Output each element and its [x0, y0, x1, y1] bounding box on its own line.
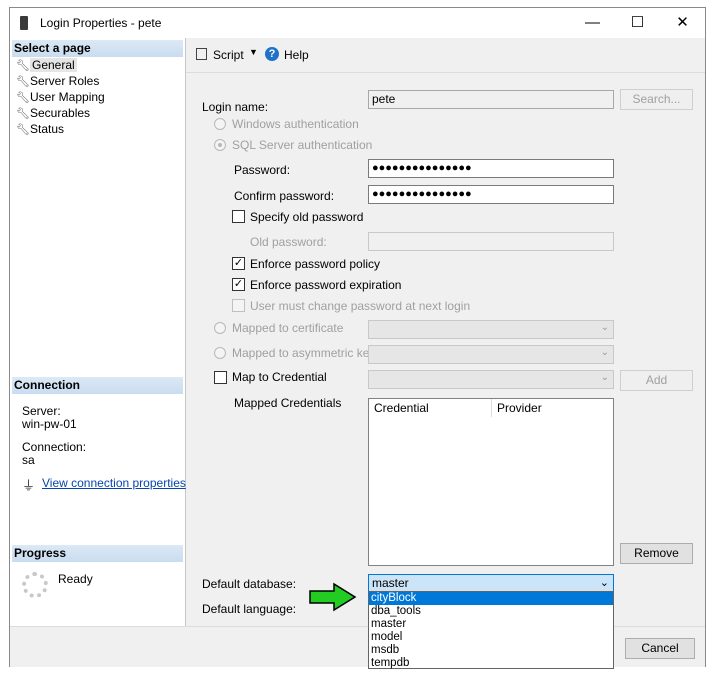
chevron-down-icon: ⌄	[600, 372, 609, 383]
wrench-icon: 🔧︎	[16, 92, 30, 104]
db-option-tempdb[interactable]: tempdb	[369, 657, 613, 670]
password-label: Password:	[234, 163, 291, 177]
enforce-expiration-checkbox[interactable]: ✓	[232, 278, 245, 291]
db-option-model[interactable]: model	[369, 631, 613, 644]
script-icon	[196, 48, 207, 60]
page-label: Status	[30, 122, 65, 136]
help-button[interactable]: Help	[284, 48, 309, 62]
default-database-label: Default database:	[202, 577, 297, 591]
connection-header: Connection	[12, 377, 183, 394]
db-option-msdb[interactable]: msdb	[369, 644, 613, 657]
page-label: Securables	[30, 106, 91, 120]
default-language-label: Default language:	[202, 602, 297, 616]
progress-header: Progress	[12, 545, 183, 562]
wrench-icon: 🔧︎	[16, 124, 30, 136]
title-bar[interactable]: Login Properties - pete — ☐ ✕	[10, 8, 705, 38]
mapped-asymmetric-radio[interactable]	[214, 347, 226, 359]
old-password-label: Old password:	[250, 235, 327, 249]
chevron-down-icon: ⌄	[600, 322, 609, 333]
database-dropdown-list[interactable]: cityBlock dba_tools master model msdb te…	[368, 591, 614, 669]
minimize-button[interactable]: —	[570, 8, 615, 38]
default-database-value: master	[372, 576, 409, 590]
maximize-button[interactable]: ☐	[615, 8, 660, 38]
progress-status: Ready	[58, 572, 93, 586]
connection-value: sa	[22, 453, 35, 467]
script-dropdown-arrow-icon[interactable]: ▼	[249, 47, 258, 57]
wrench-icon: 🔧︎	[16, 76, 30, 88]
page-label: User Mapping	[30, 90, 105, 104]
enforce-expiration-label: Enforce password expiration	[250, 278, 402, 292]
windows-auth-label: Windows authentication	[232, 117, 359, 131]
confirm-password-label: Confirm password:	[234, 189, 335, 203]
enforce-policy-checkbox[interactable]: ✓	[232, 257, 245, 270]
left-pane: Select a page 🔧︎ General 🔧︎Server Roles 🔧…	[10, 38, 186, 626]
db-option-dba-tools[interactable]: dba_tools	[369, 605, 613, 618]
db-option-cityblock[interactable]: cityBlock	[369, 592, 613, 605]
windows-auth-radio[interactable]	[214, 118, 226, 130]
connection-label: Connection:	[22, 440, 87, 454]
sql-auth-label: SQL Server authentication	[232, 138, 373, 152]
chevron-down-icon: ⌄	[600, 347, 609, 358]
specify-old-password-checkbox[interactable]	[232, 210, 245, 223]
specify-old-password-label: Specify old password	[250, 210, 364, 224]
mapped-asymmetric-label: Mapped to asymmetric key	[232, 346, 376, 360]
search-button[interactable]: Search...	[620, 89, 693, 110]
login-properties-window: Login Properties - pete — ☐ ✕ Select a p…	[9, 7, 706, 669]
map-credential-label: Map to Credential	[232, 370, 327, 384]
mapped-certificate-label: Mapped to certificate	[232, 321, 344, 335]
progress-spinner-icon	[22, 572, 48, 598]
chevron-down-icon: ⌄	[599, 577, 609, 589]
mapped-certificate-radio[interactable]	[214, 322, 226, 334]
toolbar: Script ▼ ? Help	[186, 38, 705, 73]
app-icon	[20, 16, 28, 30]
wrench-icon: 🔧︎	[16, 60, 30, 72]
grid-header-provider[interactable]: Provider	[492, 399, 612, 417]
sql-auth-radio[interactable]	[214, 139, 226, 151]
plug-icon: ⏚	[22, 478, 36, 493]
db-option-master[interactable]: master	[369, 618, 613, 631]
page-label: Server Roles	[30, 74, 100, 88]
confirm-password-field[interactable]: ●●●●●●●●●●●●●●●	[368, 185, 614, 204]
login-name-field[interactable]: pete	[368, 90, 614, 109]
must-change-label: User must change password at next login	[250, 299, 471, 313]
add-button[interactable]: Add	[620, 370, 693, 391]
grid-header-credential[interactable]: Credential	[369, 399, 492, 417]
password-field[interactable]: ●●●●●●●●●●●●●●●	[368, 159, 614, 178]
window-title: Login Properties - pete	[40, 16, 162, 30]
view-connection-properties-link[interactable]: View connection properties	[42, 476, 186, 490]
login-name-label: Login name:	[202, 100, 269, 114]
old-password-field[interactable]	[368, 232, 614, 251]
map-credential-checkbox[interactable]	[214, 371, 227, 384]
server-label: Server:	[22, 404, 61, 418]
page-item-server-roles[interactable]: 🔧︎Server Roles	[16, 73, 99, 89]
page-item-status[interactable]: 🔧︎Status	[16, 121, 64, 137]
server-value: win-pw-01	[22, 417, 77, 431]
wrench-icon: 🔧︎	[16, 108, 30, 120]
page-label: General	[30, 58, 77, 72]
enforce-policy-label: Enforce password policy	[250, 257, 381, 271]
must-change-checkbox[interactable]	[232, 299, 245, 312]
green-arrow-icon	[309, 582, 357, 612]
asymmetric-key-combo[interactable]: ⌄	[368, 345, 614, 364]
close-button[interactable]: ✕	[660, 8, 705, 38]
mapped-credentials-label: Mapped Credentials	[234, 396, 342, 410]
page-item-user-mapping[interactable]: 🔧︎User Mapping	[16, 89, 105, 105]
select-page-header: Select a page	[12, 40, 183, 57]
page-item-general[interactable]: 🔧︎ General	[16, 57, 77, 73]
mapped-credentials-grid[interactable]: Credential Provider	[368, 398, 614, 566]
certificate-combo[interactable]: ⌄	[368, 320, 614, 339]
credential-combo[interactable]: ⌄	[368, 370, 614, 389]
page-item-securables[interactable]: 🔧︎Securables	[16, 105, 90, 121]
remove-button[interactable]: Remove	[620, 543, 693, 564]
help-icon: ?	[265, 47, 279, 61]
cancel-button[interactable]: Cancel	[625, 638, 695, 659]
script-button[interactable]: Script	[213, 48, 244, 62]
